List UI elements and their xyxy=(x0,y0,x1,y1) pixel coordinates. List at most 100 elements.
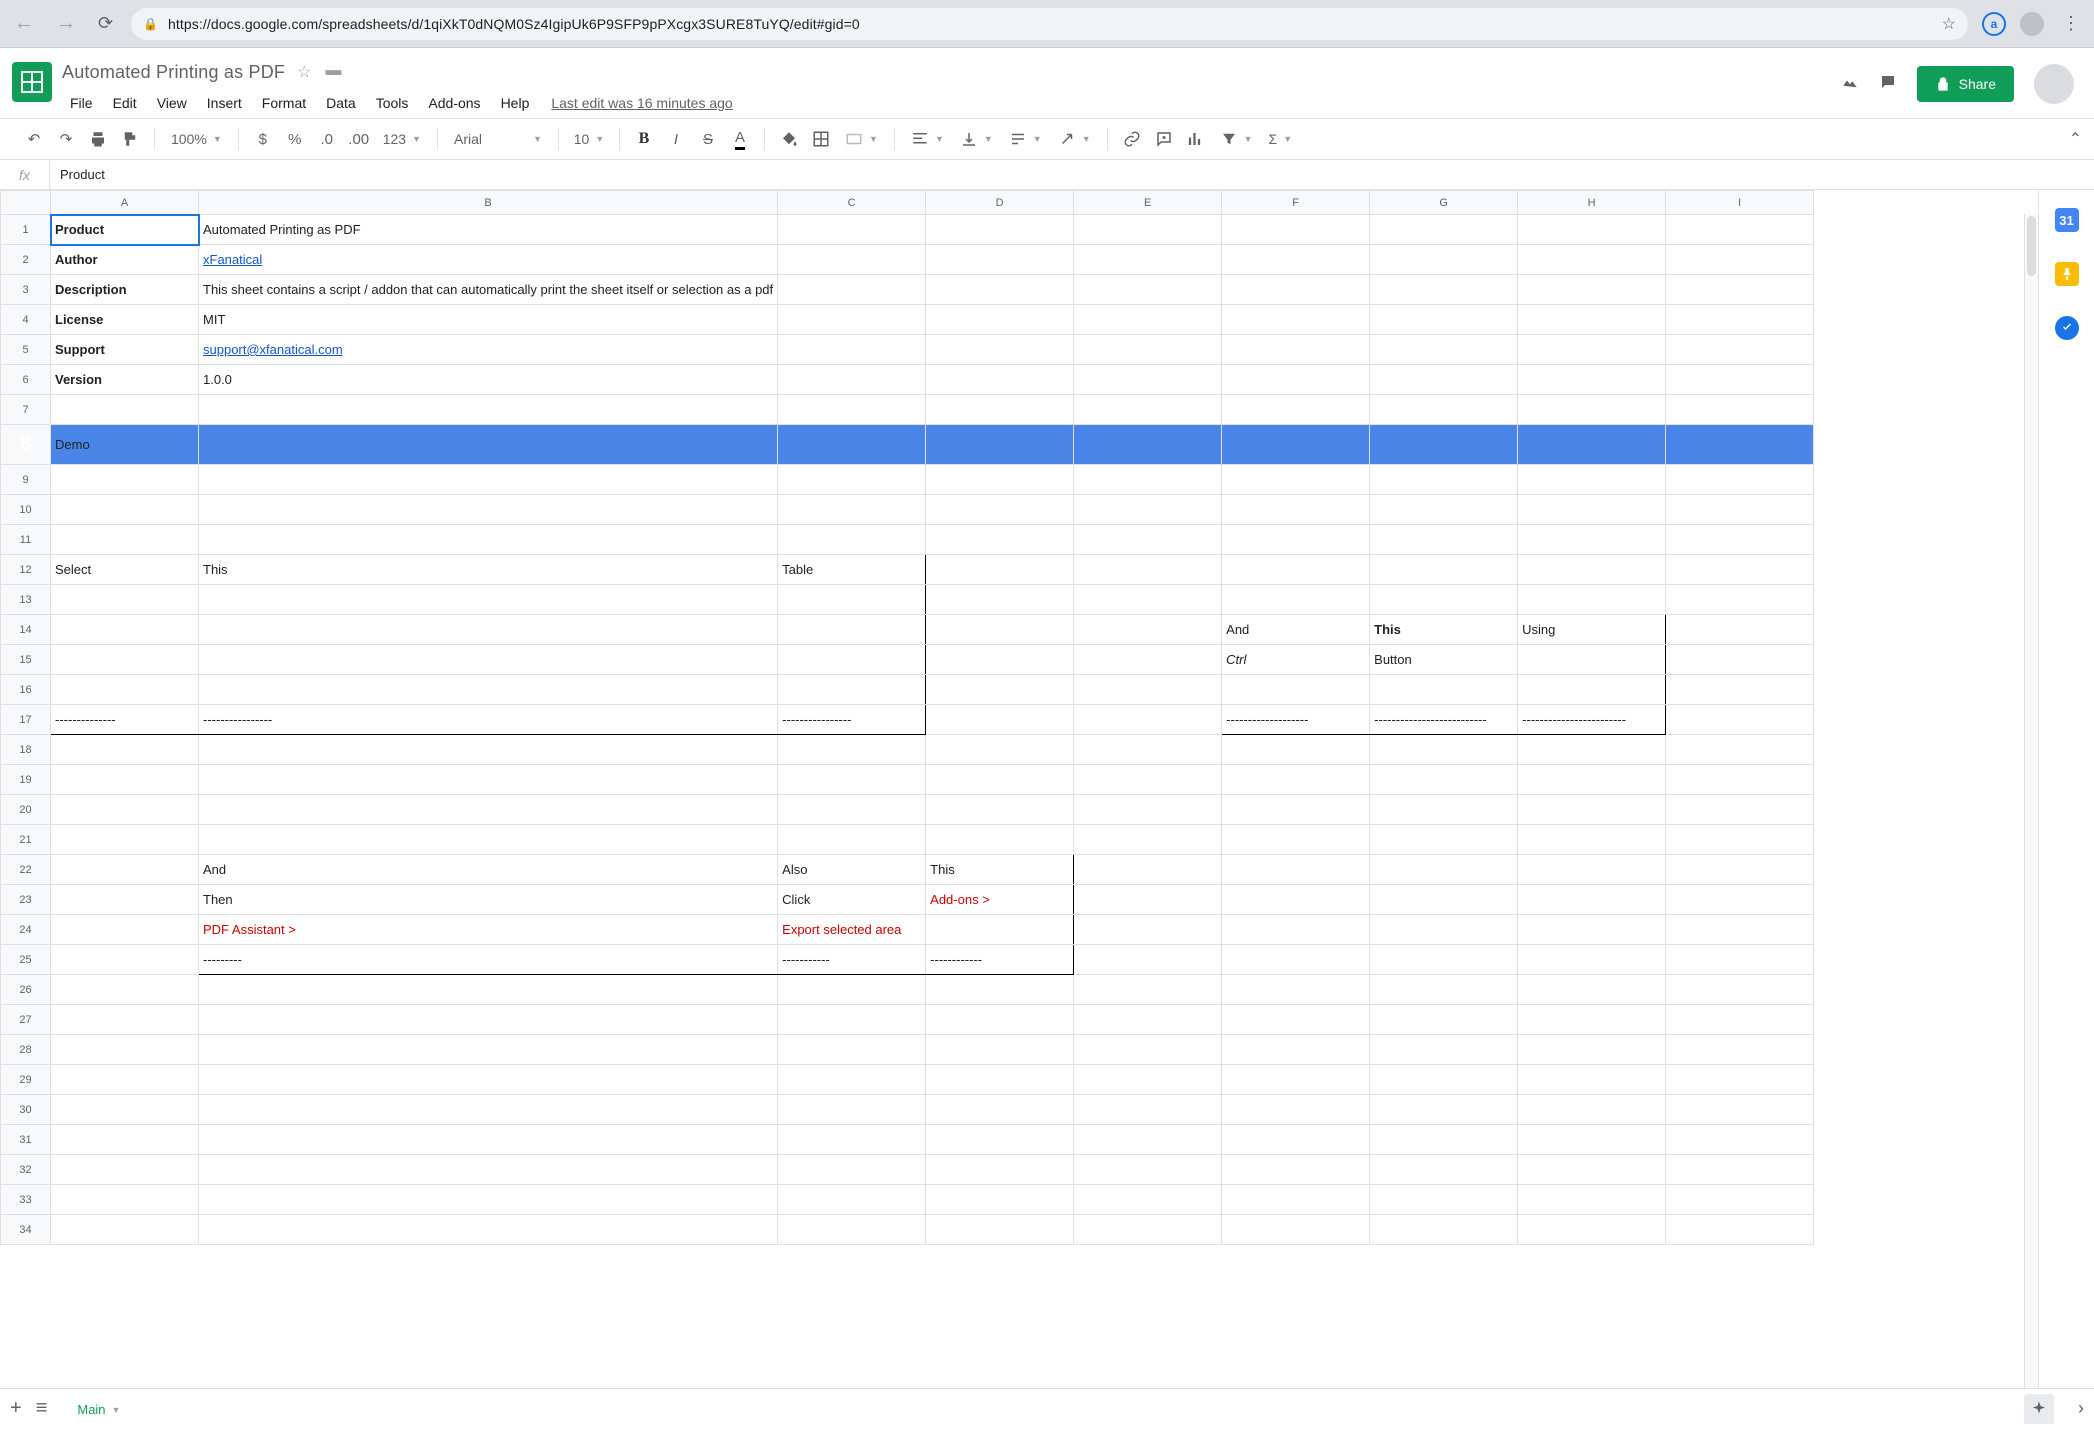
collapse-toolbar-button[interactable]: ⌃ xyxy=(2069,129,2082,149)
row-header[interactable]: 20 xyxy=(1,795,51,825)
cell-A5[interactable]: Support xyxy=(51,335,199,365)
cell-D25[interactable]: ------------ xyxy=(926,945,1074,975)
row-header[interactable]: 1 xyxy=(1,215,51,245)
extension-badge[interactable]: a xyxy=(1982,12,2006,36)
valign-button[interactable]: ▼ xyxy=(954,130,999,148)
rotate-button[interactable]: ▼ xyxy=(1052,130,1097,148)
number-format-combo[interactable]: 123▼ xyxy=(377,131,427,147)
col-I[interactable]: I xyxy=(1666,191,1814,215)
cell-F15[interactable]: Ctrl xyxy=(1222,645,1370,675)
row-header[interactable]: 19 xyxy=(1,765,51,795)
explore-button[interactable] xyxy=(2024,1394,2054,1424)
cell-C12[interactable]: Table xyxy=(778,555,926,585)
row-header[interactable]: 8 xyxy=(1,425,51,465)
paint-format-button[interactable] xyxy=(116,125,144,153)
menu-help[interactable]: Help xyxy=(493,91,538,115)
fill-color-button[interactable] xyxy=(775,125,803,153)
cell-C23[interactable]: Click xyxy=(778,885,926,915)
keep-sidebar-icon[interactable] xyxy=(2055,262,2079,286)
chart-button[interactable] xyxy=(1182,125,1210,153)
dec-decrease-button[interactable]: .0 xyxy=(313,125,341,153)
column-header-row[interactable]: A B C D E F G H I xyxy=(1,191,1814,215)
row-header[interactable]: 5 xyxy=(1,335,51,365)
cell-A17[interactable]: -------------- xyxy=(51,705,199,735)
browser-menu-button[interactable]: ⋮ xyxy=(2058,13,2084,34)
zoom-combo[interactable]: 100%▼ xyxy=(165,131,228,147)
col-H[interactable]: H xyxy=(1518,191,1666,215)
sheet-tab-menu-icon[interactable]: ▼ xyxy=(112,1405,121,1415)
browser-profile-avatar[interactable] xyxy=(2020,12,2044,36)
comments-icon[interactable] xyxy=(1879,71,1897,97)
percent-button[interactable]: % xyxy=(281,125,309,153)
sheet-tab-main[interactable]: Main ▼ xyxy=(61,1392,136,1425)
cell-B3[interactable]: This sheet contains a script / addon tha… xyxy=(199,275,778,305)
vertical-scrollbar[interactable] xyxy=(2024,214,2038,1388)
cell-B2[interactable]: xFanatical xyxy=(199,245,778,275)
row-header[interactable]: 11 xyxy=(1,525,51,555)
menu-file[interactable]: File xyxy=(62,91,101,115)
add-sheet-button[interactable]: + xyxy=(10,1397,22,1420)
cell-H17[interactable]: ------------------------ xyxy=(1518,705,1666,735)
menu-format[interactable]: Format xyxy=(254,91,314,115)
row-header[interactable]: 33 xyxy=(1,1185,51,1215)
col-G[interactable]: G xyxy=(1370,191,1518,215)
collapse-side-panel-button[interactable]: › xyxy=(2078,1398,2084,1419)
filter-button[interactable]: ▼ xyxy=(1214,130,1259,148)
italic-button[interactable]: I xyxy=(662,125,690,153)
bold-button[interactable]: B xyxy=(630,125,658,153)
menu-data[interactable]: Data xyxy=(318,91,364,115)
move-folder-icon[interactable]: ▬ xyxy=(325,62,341,82)
menu-insert[interactable]: Insert xyxy=(199,91,250,115)
cell-A12[interactable]: Select xyxy=(51,555,199,585)
row-header[interactable]: 29 xyxy=(1,1065,51,1095)
link-button[interactable] xyxy=(1118,125,1146,153)
row-header[interactable]: 6 xyxy=(1,365,51,395)
spreadsheet-grid[interactable]: A B C D E F G H I 1 Product Automated Pr… xyxy=(0,190,2038,1388)
menu-tools[interactable]: Tools xyxy=(368,91,417,115)
col-B[interactable]: B xyxy=(199,191,778,215)
cell-C25[interactable]: ----------- xyxy=(778,945,926,975)
cell-B22[interactable]: And xyxy=(199,855,778,885)
cell-B5[interactable]: support@xfanatical.com xyxy=(199,335,778,365)
row-header[interactable]: 21 xyxy=(1,825,51,855)
cell-A2[interactable]: Author xyxy=(51,245,199,275)
row-header[interactable]: 15 xyxy=(1,645,51,675)
cell-G15[interactable]: Button xyxy=(1370,645,1518,675)
cell-F14[interactable]: And xyxy=(1222,615,1370,645)
strike-button[interactable]: S xyxy=(694,125,722,153)
cell-C24[interactable]: Export selected area xyxy=(778,915,926,945)
cell-A6[interactable]: Version xyxy=(51,365,199,395)
row-header[interactable]: 17 xyxy=(1,705,51,735)
cell-B1[interactable]: Automated Printing as PDF xyxy=(199,215,778,245)
row-header[interactable]: 27 xyxy=(1,1005,51,1035)
document-title[interactable]: Automated Printing as PDF xyxy=(62,62,285,83)
cell-A1[interactable]: Product xyxy=(51,215,199,245)
activity-icon[interactable] xyxy=(1841,71,1859,97)
cell-G17[interactable]: -------------------------- xyxy=(1370,705,1518,735)
comment-button[interactable] xyxy=(1150,125,1178,153)
cell-A4[interactable]: License xyxy=(51,305,199,335)
col-A[interactable]: A xyxy=(51,191,199,215)
cell-G14[interactable]: This xyxy=(1370,615,1518,645)
wrap-button[interactable]: ▼ xyxy=(1003,130,1048,148)
address-bar[interactable]: 🔒 https://docs.google.com/spreadsheets/d… xyxy=(131,8,1968,40)
halign-button[interactable]: ▼ xyxy=(905,130,950,148)
cell-D22[interactable]: This xyxy=(926,855,1074,885)
menu-addons[interactable]: Add-ons xyxy=(420,91,488,115)
cell-B12[interactable]: This xyxy=(199,555,778,585)
dec-increase-button[interactable]: .00 xyxy=(345,125,373,153)
sheets-logo[interactable] xyxy=(12,62,52,102)
row-header[interactable]: 25 xyxy=(1,945,51,975)
row-header[interactable]: 18 xyxy=(1,735,51,765)
all-sheets-button[interactable]: ≡ xyxy=(36,1397,48,1420)
cell-D23[interactable]: Add-ons > xyxy=(926,885,1074,915)
fx-input[interactable]: Product xyxy=(50,167,105,182)
row-header[interactable]: 13 xyxy=(1,585,51,615)
cell-B23[interactable]: Then xyxy=(199,885,778,915)
calendar-sidebar-icon[interactable]: 31 xyxy=(2055,208,2079,232)
print-button[interactable] xyxy=(84,125,112,153)
row-header[interactable]: 14 xyxy=(1,615,51,645)
row-header[interactable]: 22 xyxy=(1,855,51,885)
font-size-combo[interactable]: 10▼ xyxy=(569,131,609,147)
borders-button[interactable] xyxy=(807,125,835,153)
